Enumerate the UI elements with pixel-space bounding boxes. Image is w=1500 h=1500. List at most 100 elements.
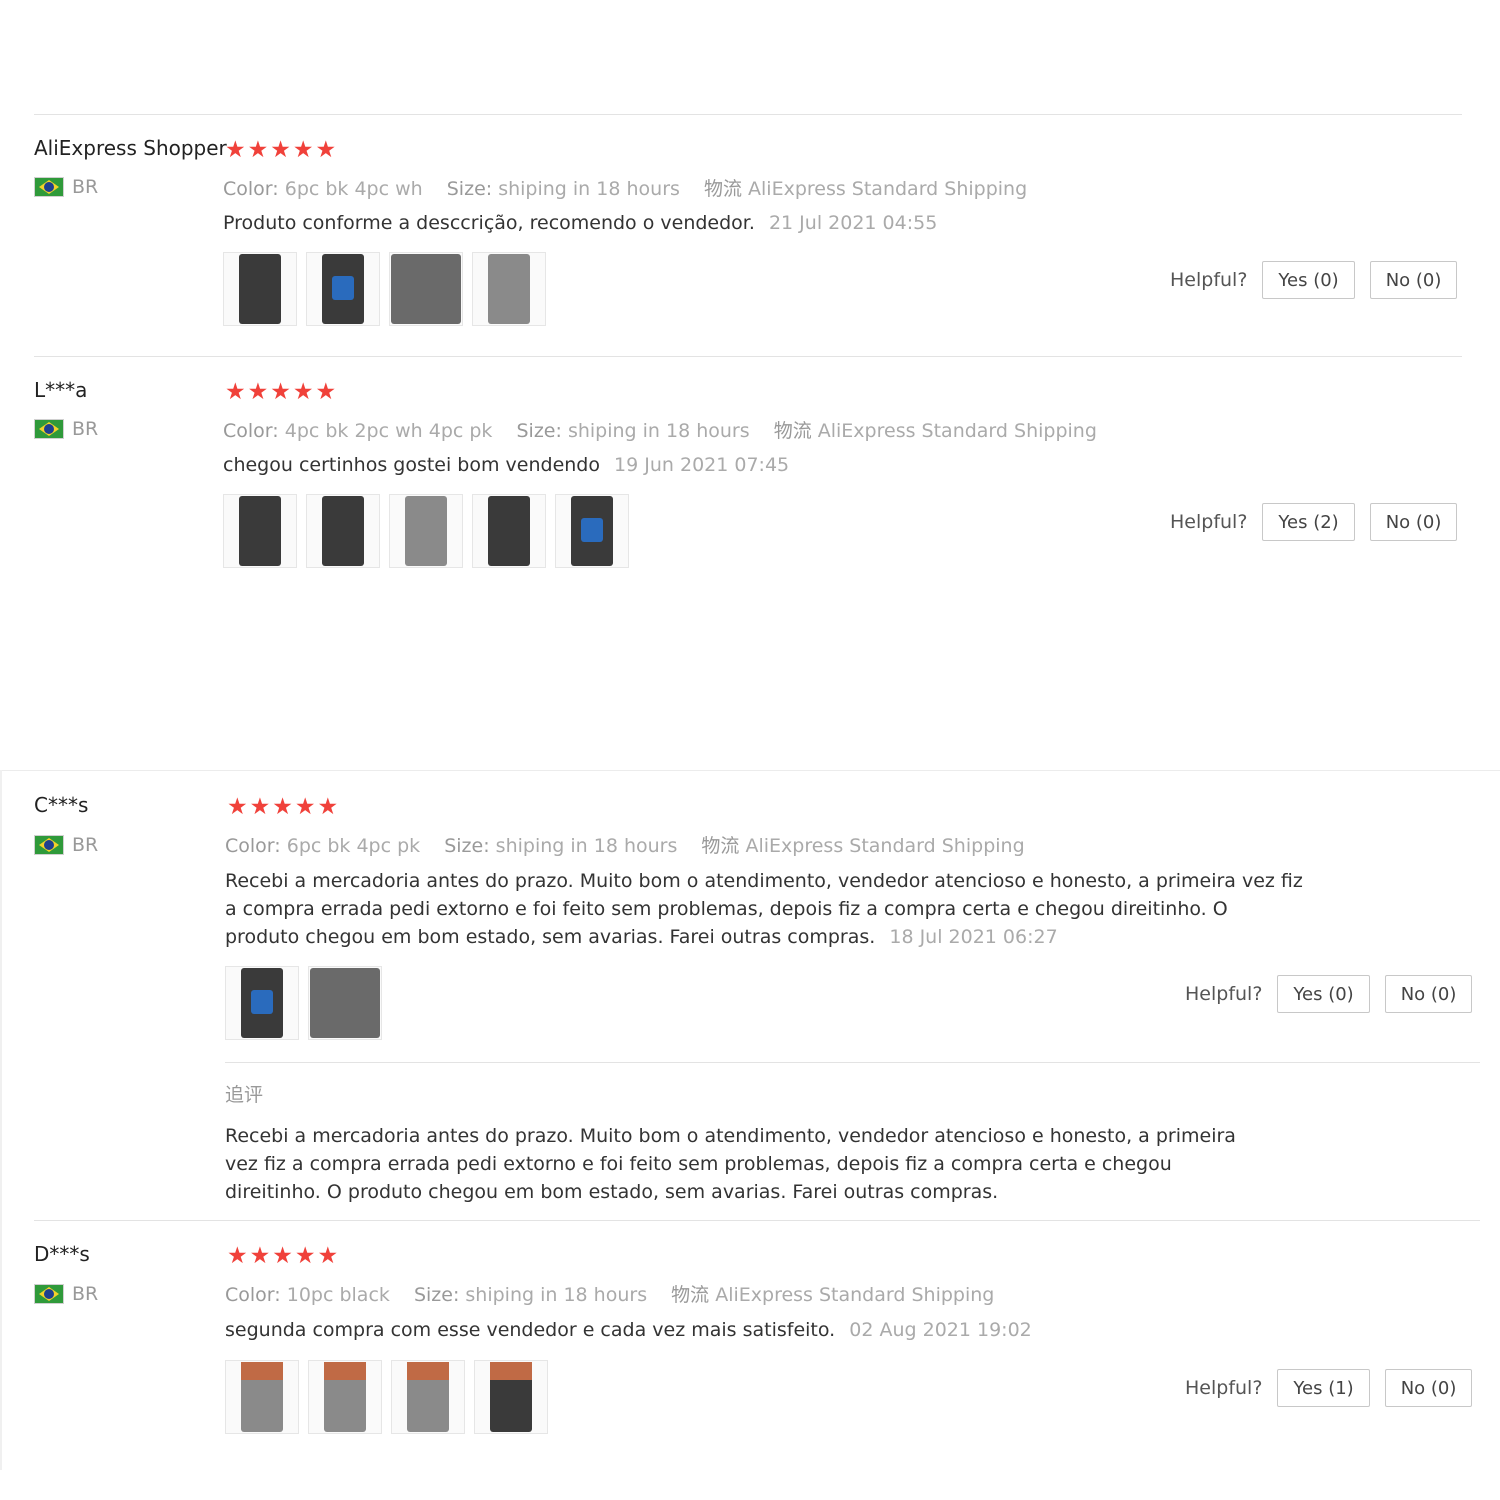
review-meta: Color: 10pc black Size: shiping in 18 ho…: [225, 1280, 994, 1307]
size-value: shiping in 18 hours: [495, 835, 678, 857]
helpful-label: Helpful?: [1185, 983, 1263, 1005]
review-text: Recebi a mercadoria antes do prazo. Muit…: [225, 870, 1303, 948]
helpful-yes-button[interactable]: Yes (0): [1262, 261, 1355, 299]
review-photo[interactable]: [474, 1360, 548, 1434]
review-photo[interactable]: [555, 494, 629, 568]
review-photo[interactable]: [389, 252, 463, 326]
review-photos: [223, 252, 546, 326]
reviewer-country: BR: [34, 834, 98, 856]
divider: [34, 114, 1462, 115]
shipping-key: 物流: [671, 1284, 710, 1306]
divider: [225, 1062, 1480, 1063]
review-text-line: segunda compra com esse vendedor e cada …: [225, 1316, 1305, 1344]
divider: [34, 1220, 1480, 1221]
review-text-block: Recebi a mercadoria antes do prazo. Muit…: [225, 867, 1305, 951]
helpful-no-button[interactable]: No (0): [1384, 975, 1473, 1013]
color-key: Color:: [225, 1284, 281, 1306]
size-key: Size:: [413, 1284, 460, 1306]
review-photo[interactable]: [223, 252, 297, 326]
review-photos: [225, 966, 382, 1040]
reviewer-name: D***s: [34, 1242, 90, 1266]
review-meta: Color: 4pc bk 2pc wh 4pc pk Size: shipin…: [223, 416, 1097, 443]
review-text: chegou certinhos gostei bom vendendo: [223, 454, 600, 476]
helpful-yes-button[interactable]: Yes (0): [1277, 975, 1370, 1013]
review-photo[interactable]: [223, 494, 297, 568]
review-photo[interactable]: [472, 252, 546, 326]
star-rating: ★★★★★: [227, 1243, 341, 1269]
helpful-label: Helpful?: [1170, 269, 1248, 291]
helpful-no-button[interactable]: No (0): [1369, 261, 1458, 299]
review-photo[interactable]: [472, 494, 546, 568]
size-key: Size:: [516, 420, 562, 442]
section-edge: [0, 770, 2, 1470]
review-photo[interactable]: [391, 1360, 465, 1434]
photo-icon: [322, 254, 364, 324]
photo-icon: [239, 254, 281, 324]
review-text: Produto conforme a desccrição, recomendo…: [223, 212, 755, 234]
photo-icon: [241, 1362, 283, 1432]
star-rating: ★★★★★: [225, 137, 339, 163]
helpful-label: Helpful?: [1185, 1377, 1263, 1399]
helpful-no-button[interactable]: No (0): [1369, 503, 1458, 541]
reviewer-name: L***a: [34, 378, 88, 402]
size-value: shiping in 18 hours: [465, 1284, 648, 1306]
review-photo[interactable]: [306, 494, 380, 568]
star-rating: ★★★★★: [227, 794, 341, 820]
photo-icon: [310, 968, 380, 1038]
photo-icon: [324, 1362, 366, 1432]
review-photos: [225, 1360, 548, 1434]
brazil-flag-icon: [34, 1284, 64, 1304]
color-value: 6pc bk 4pc wh: [284, 178, 423, 200]
photo-icon: [407, 1362, 449, 1432]
photo-icon: [488, 496, 530, 566]
review-photo[interactable]: [225, 966, 299, 1040]
helpful-yes-button[interactable]: Yes (2): [1262, 503, 1355, 541]
size-value: shiping in 18 hours: [498, 178, 680, 200]
brazil-flag-icon: [34, 177, 64, 197]
reviewer-country: BR: [34, 418, 98, 440]
helpful-vote: Helpful? Yes (0) No (0): [1185, 975, 1473, 1013]
helpful-vote: Helpful? Yes (0) No (0): [1170, 261, 1458, 299]
brazil-flag-icon: [34, 419, 64, 439]
review-photos: [223, 494, 629, 568]
additional-review-text: Recebi a mercadoria antes do prazo. Muit…: [225, 1125, 1236, 1203]
reviewer-country: BR: [34, 1283, 98, 1305]
country-code: BR: [72, 176, 99, 198]
helpful-label: Helpful?: [1170, 511, 1248, 533]
section-divider: [0, 770, 1500, 771]
review-photo[interactable]: [308, 966, 382, 1040]
review-date: 02 Aug 2021 19:02: [849, 1319, 1032, 1341]
shipping-key: 物流: [701, 835, 740, 857]
shipping-key: 物流: [773, 420, 812, 442]
review-date: 18 Jul 2021 06:27: [889, 926, 1058, 948]
country-code: BR: [72, 418, 99, 440]
size-value: shiping in 18 hours: [567, 420, 750, 442]
helpful-yes-button[interactable]: Yes (1): [1277, 1369, 1370, 1407]
helpful-vote: Helpful? Yes (1) No (0): [1185, 1369, 1473, 1407]
photo-icon: [571, 496, 613, 566]
photo-icon: [405, 496, 447, 566]
color-value: 4pc bk 2pc wh 4pc pk: [284, 420, 493, 442]
review-photo[interactable]: [306, 252, 380, 326]
color-value: 10pc black: [286, 1284, 390, 1306]
shipping-value: AliExpress Standard Shipping: [748, 178, 1028, 200]
color-key: Color:: [225, 835, 281, 857]
helpful-no-button[interactable]: No (0): [1384, 1369, 1473, 1407]
star-rating: ★★★★★: [225, 379, 339, 405]
review-text-line: Produto conforme a desccrição, recomendo…: [223, 209, 1303, 237]
shipping-value: AliExpress Standard Shipping: [715, 1284, 995, 1306]
helpful-vote: Helpful? Yes (2) No (0): [1170, 503, 1458, 541]
color-key: Color:: [223, 420, 279, 442]
color-value: 6pc bk 4pc pk: [286, 835, 421, 857]
photo-icon: [391, 254, 461, 324]
reviewer-country: BR: [34, 176, 98, 198]
review-date: 21 Jul 2021 04:55: [768, 212, 938, 234]
size-key: Size:: [446, 178, 493, 200]
review-photo[interactable]: [225, 1360, 299, 1434]
review-meta: Color: 6pc bk 4pc pk Size: shiping in 18…: [225, 831, 1025, 858]
review-photo[interactable]: [308, 1360, 382, 1434]
review-photo[interactable]: [389, 494, 463, 568]
shipping-value: AliExpress Standard Shipping: [745, 835, 1025, 857]
country-code: BR: [72, 834, 99, 856]
brazil-flag-icon: [34, 835, 64, 855]
